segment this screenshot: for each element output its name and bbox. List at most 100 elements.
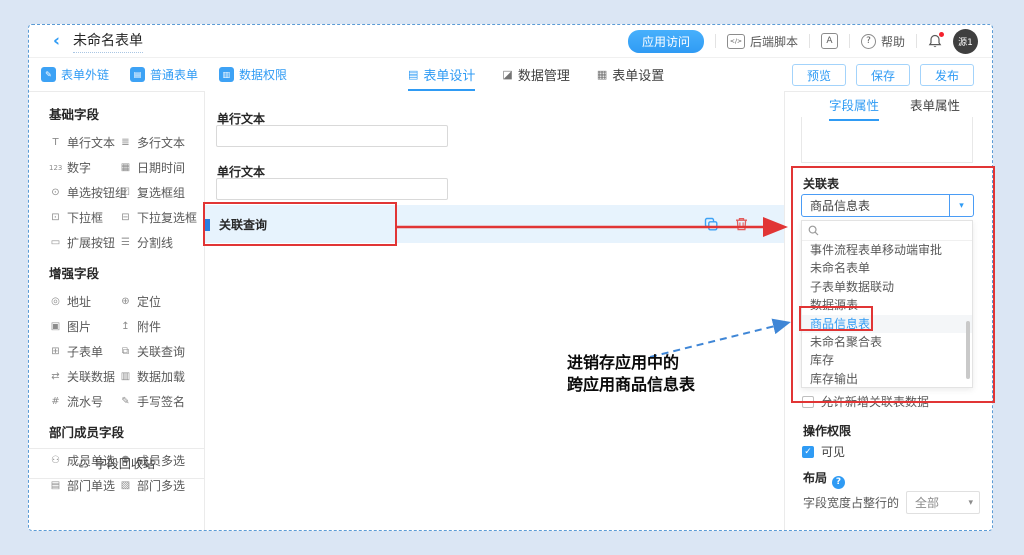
header-actions: 应用访问 </> 后端脚本 A ? 帮助 源1 bbox=[628, 29, 992, 54]
allow-add-label: 允许新增关联表数据 bbox=[821, 393, 929, 410]
normal-form-icon: ▤ bbox=[130, 67, 145, 82]
notification-bell-icon[interactable] bbox=[928, 34, 942, 49]
sidebar-item-data-load[interactable]: ▥数据加载 bbox=[119, 368, 196, 385]
item-label: 子表单 bbox=[67, 343, 103, 360]
backend-script-label: 后端脚本 bbox=[750, 33, 798, 50]
item-label: 多行文本 bbox=[137, 134, 185, 151]
tab-form-design[interactable]: ▤ 表单设计 bbox=[408, 57, 475, 91]
dropdown-option[interactable]: 未命名聚合表 bbox=[802, 333, 972, 351]
sidebar-item-linked-data[interactable]: ⇄关联数据 bbox=[49, 368, 119, 385]
sidebar-item-number[interactable]: 123数字 bbox=[49, 159, 119, 176]
help-button[interactable]: ? 帮助 bbox=[861, 33, 905, 50]
form-external-link-button[interactable]: ✎ 表单外链 bbox=[41, 66, 109, 83]
dropdown-search[interactable] bbox=[802, 221, 972, 241]
enhanced-fields-grid: ◎地址 ⊕定位 ▣图片 ↥附件 ⊞子表单 ⧉关联查询 ⇄关联数据 ▥数据加载 #… bbox=[49, 293, 196, 410]
dropdown-option[interactable]: 库存 bbox=[802, 351, 972, 369]
help-label: 帮助 bbox=[881, 33, 905, 50]
dropdown-option[interactable]: 库存输出 bbox=[802, 370, 972, 388]
publish-button[interactable]: 发布 bbox=[920, 64, 974, 86]
allow-add-checkbox-row[interactable]: 允许新增关联表数据 bbox=[802, 393, 929, 410]
sidebar-item-single-line-text[interactable]: T单行文本 bbox=[49, 134, 119, 151]
lookup-query-icon: ⧉ bbox=[119, 346, 132, 357]
selection-marker bbox=[205, 219, 210, 231]
item-label: 日期时间 bbox=[137, 159, 185, 176]
selected-field-lookup-query[interactable]: 关联查询 bbox=[205, 205, 784, 243]
item-label: 数字 bbox=[67, 159, 91, 176]
location-icon: ⊕ bbox=[119, 296, 132, 307]
app-access-button[interactable]: 应用访问 bbox=[628, 30, 704, 53]
attachment-icon: ↥ bbox=[119, 321, 132, 332]
sidebar-item-image[interactable]: ▣图片 bbox=[49, 318, 119, 335]
tab-form-settings-label: 表单设置 bbox=[612, 65, 664, 84]
data-load-icon: ▥ bbox=[119, 371, 132, 382]
sidebar-item-dropdown-multi[interactable]: ⊟下拉复选框 bbox=[119, 209, 197, 226]
sidebar-item-multi-line-text[interactable]: ≣ 多行文本 bbox=[119, 134, 197, 151]
sidebar-item-datetime[interactable]: ▦日期时间 bbox=[119, 159, 197, 176]
field-sidebar-inner: 基础字段 T单行文本 ≣多行文本 123数字 ▦日期时间 ⊙单选按钮组 ☑复选框… bbox=[29, 91, 204, 494]
visible-label: 可见 bbox=[821, 443, 845, 460]
backend-script-button[interactable]: </> 后端脚本 bbox=[727, 33, 798, 50]
related-table-select[interactable]: 商品信息表 ▾ bbox=[801, 194, 974, 217]
divider bbox=[916, 34, 917, 48]
sidebar-item-signature[interactable]: ✎手写签名 bbox=[119, 393, 196, 410]
code-icon: </> bbox=[727, 34, 745, 49]
selected-field-label: 关联查询 bbox=[219, 216, 267, 233]
sidebar-item-dropdown[interactable]: ⊡下拉框 bbox=[49, 209, 119, 226]
data-permission-button[interactable]: ▥ 数据权限 bbox=[219, 66, 287, 83]
dropdown-option[interactable]: 子表单数据联动 bbox=[802, 278, 972, 296]
sidebar-item-checkbox-group[interactable]: ☑复选框组 bbox=[119, 184, 197, 201]
sidebar-item-dept-multi[interactable]: ▧部门多选 bbox=[119, 477, 196, 494]
avatar[interactable]: 源1 bbox=[953, 29, 978, 54]
divider bbox=[809, 34, 810, 48]
item-label: 手写签名 bbox=[137, 393, 185, 410]
dropdown-option[interactable]: 未命名表单 bbox=[802, 259, 972, 277]
preview-button[interactable]: 预览 bbox=[792, 64, 846, 86]
item-label: 扩展按钮 bbox=[67, 234, 115, 251]
normal-form-button[interactable]: ▤ 普通表单 bbox=[130, 66, 198, 83]
table-search-input[interactable] bbox=[823, 224, 957, 238]
dropdown-option-selected[interactable]: 商品信息表 bbox=[802, 315, 972, 333]
tab-data-manage[interactable]: ◪ 数据管理 bbox=[502, 57, 569, 91]
question-icon: ? bbox=[861, 34, 876, 49]
item-label: 部门多选 bbox=[137, 477, 185, 494]
related-table-dropdown: 事件流程表单移动端审批 未命名表单 子表单数据联动 数据源表 商品信息表 未命名… bbox=[801, 220, 973, 388]
sidebar-item-attachment[interactable]: ↥附件 bbox=[119, 318, 196, 335]
sidebar-item-dept-single[interactable]: ▤部门单选 bbox=[49, 477, 119, 494]
save-button[interactable]: 保存 bbox=[856, 64, 910, 86]
item-label: 分割线 bbox=[137, 234, 173, 251]
sidebar-item-lookup-query[interactable]: ⧉关联查询 bbox=[119, 343, 196, 360]
single-line-text-input-2[interactable] bbox=[216, 178, 448, 200]
sidebar-item-radio-group[interactable]: ⊙单选按钮组 bbox=[49, 184, 119, 201]
single-line-text-input-1[interactable] bbox=[216, 125, 448, 147]
allow-add-checkbox[interactable] bbox=[802, 396, 814, 408]
dropdown-scrollbar[interactable] bbox=[966, 321, 970, 379]
delete-field-icon[interactable] bbox=[730, 213, 752, 235]
field-recycle-bin[interactable]: ♺ 字段回收站 bbox=[29, 448, 204, 479]
dropdown-option[interactable]: 数据源表 bbox=[802, 296, 972, 314]
item-label: 复选框组 bbox=[137, 184, 185, 201]
tab-form-settings[interactable]: ▦ 表单设置 bbox=[597, 57, 664, 91]
sidebar-item-subform[interactable]: ⊞子表单 bbox=[49, 343, 119, 360]
layout-help-icon[interactable]: ? bbox=[832, 476, 845, 489]
field-width-select[interactable]: 全部 ▾ bbox=[906, 491, 980, 514]
annotation-line2: 跨应用商品信息表 bbox=[567, 374, 695, 396]
search-icon bbox=[808, 225, 819, 236]
back-button[interactable]: ‹ bbox=[53, 33, 60, 50]
sidebar-item-location[interactable]: ⊕定位 bbox=[119, 293, 196, 310]
copy-field-icon[interactable] bbox=[700, 213, 722, 235]
font-a-icon[interactable]: A bbox=[821, 33, 838, 49]
form-link-icon: ✎ bbox=[41, 67, 56, 82]
form-title[interactable]: 未命名表单 bbox=[73, 30, 143, 53]
sidebar-item-serial-number[interactable]: #流水号 bbox=[49, 393, 119, 410]
visible-checkbox[interactable]: ✓ bbox=[802, 446, 814, 458]
field-description-box[interactable] bbox=[801, 117, 973, 163]
visible-checkbox-row[interactable]: ✓ 可见 bbox=[802, 443, 845, 460]
center-tabs: ▤ 表单设计 ◪ 数据管理 ▦ 表单设置 bbox=[408, 57, 664, 91]
sidebar-item-divider[interactable]: ☰分割线 bbox=[119, 234, 197, 251]
dropdown-option[interactable]: 事件流程表单移动端审批 bbox=[802, 241, 972, 259]
extend-button-icon: ▭ bbox=[49, 237, 62, 248]
properties-panel: 字段属性 表单属性 关联表 商品信息表 ▾ 事件流程表单移动端审批 未命名表单 … bbox=[784, 91, 992, 530]
sidebar-item-extend-button[interactable]: ▭ 扩展按钮 bbox=[49, 234, 119, 251]
sidebar-item-address[interactable]: ◎地址 bbox=[49, 293, 119, 310]
multi-line-text-icon: ≣ bbox=[119, 137, 132, 148]
